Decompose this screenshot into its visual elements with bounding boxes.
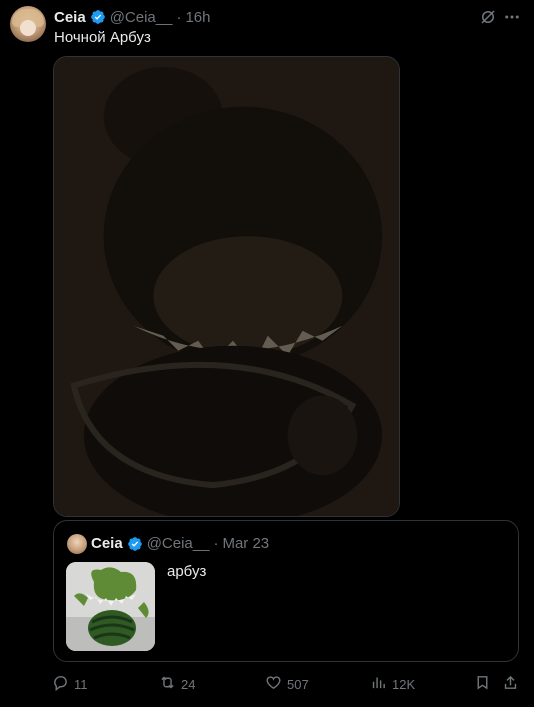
action-bar: 11 24 507 12K [0, 672, 534, 696]
share-icon [502, 674, 519, 694]
quote-header: Ceia @Ceia__ · Mar 23 [91, 535, 269, 552]
share-button[interactable] [502, 672, 519, 696]
quote-author-name[interactable]: Ceia [91, 535, 123, 552]
like-button[interactable]: 507 [265, 672, 309, 696]
tweet[interactable]: Ceia @Ceia__ · 16h Ночной Арбуз Ceia @Ce… [0, 0, 534, 707]
quote-time[interactable]: Mar 23 [222, 535, 269, 552]
tweet-text: Ночной Арбуз [54, 29, 151, 46]
repost-icon [159, 674, 176, 694]
like-icon [265, 674, 282, 694]
quote-header-separator: · [213, 535, 219, 552]
author-handle[interactable]: @Ceia__ [110, 9, 173, 26]
bookmark-icon [474, 674, 491, 694]
reply-button[interactable]: 11 [52, 672, 88, 696]
grok-icon[interactable] [479, 8, 497, 26]
like-count: 507 [287, 676, 309, 692]
verified-badge-icon [90, 9, 106, 25]
quote-author-avatar[interactable] [67, 534, 87, 554]
views-icon [370, 674, 387, 694]
tweet-image[interactable] [53, 56, 400, 517]
post-time[interactable]: 16h [185, 9, 210, 26]
views-count: 12K [392, 676, 416, 692]
quoted-tweet[interactable]: Ceia @Ceia__ · Mar 23 арбуз [53, 520, 519, 662]
author-name[interactable]: Ceia [54, 9, 86, 26]
repost-count: 24 [181, 676, 196, 692]
header-separator: · [176, 8, 182, 26]
verified-badge-icon [127, 536, 143, 552]
tweet-header: Ceia @Ceia__ · 16h [54, 7, 474, 27]
more-icon[interactable] [503, 8, 521, 26]
quote-text: арбуз [167, 563, 207, 580]
reply-icon [52, 674, 69, 694]
bookmark-button[interactable] [474, 672, 491, 696]
author-avatar[interactable] [10, 6, 46, 42]
avatar-face [20, 20, 36, 36]
reply-count: 11 [74, 676, 88, 692]
quote-author-handle[interactable]: @Ceia__ [147, 535, 210, 552]
quote-thumbnail-image[interactable] [66, 562, 155, 651]
views-button[interactable]: 12K [370, 672, 415, 696]
repost-button[interactable]: 24 [159, 672, 195, 696]
